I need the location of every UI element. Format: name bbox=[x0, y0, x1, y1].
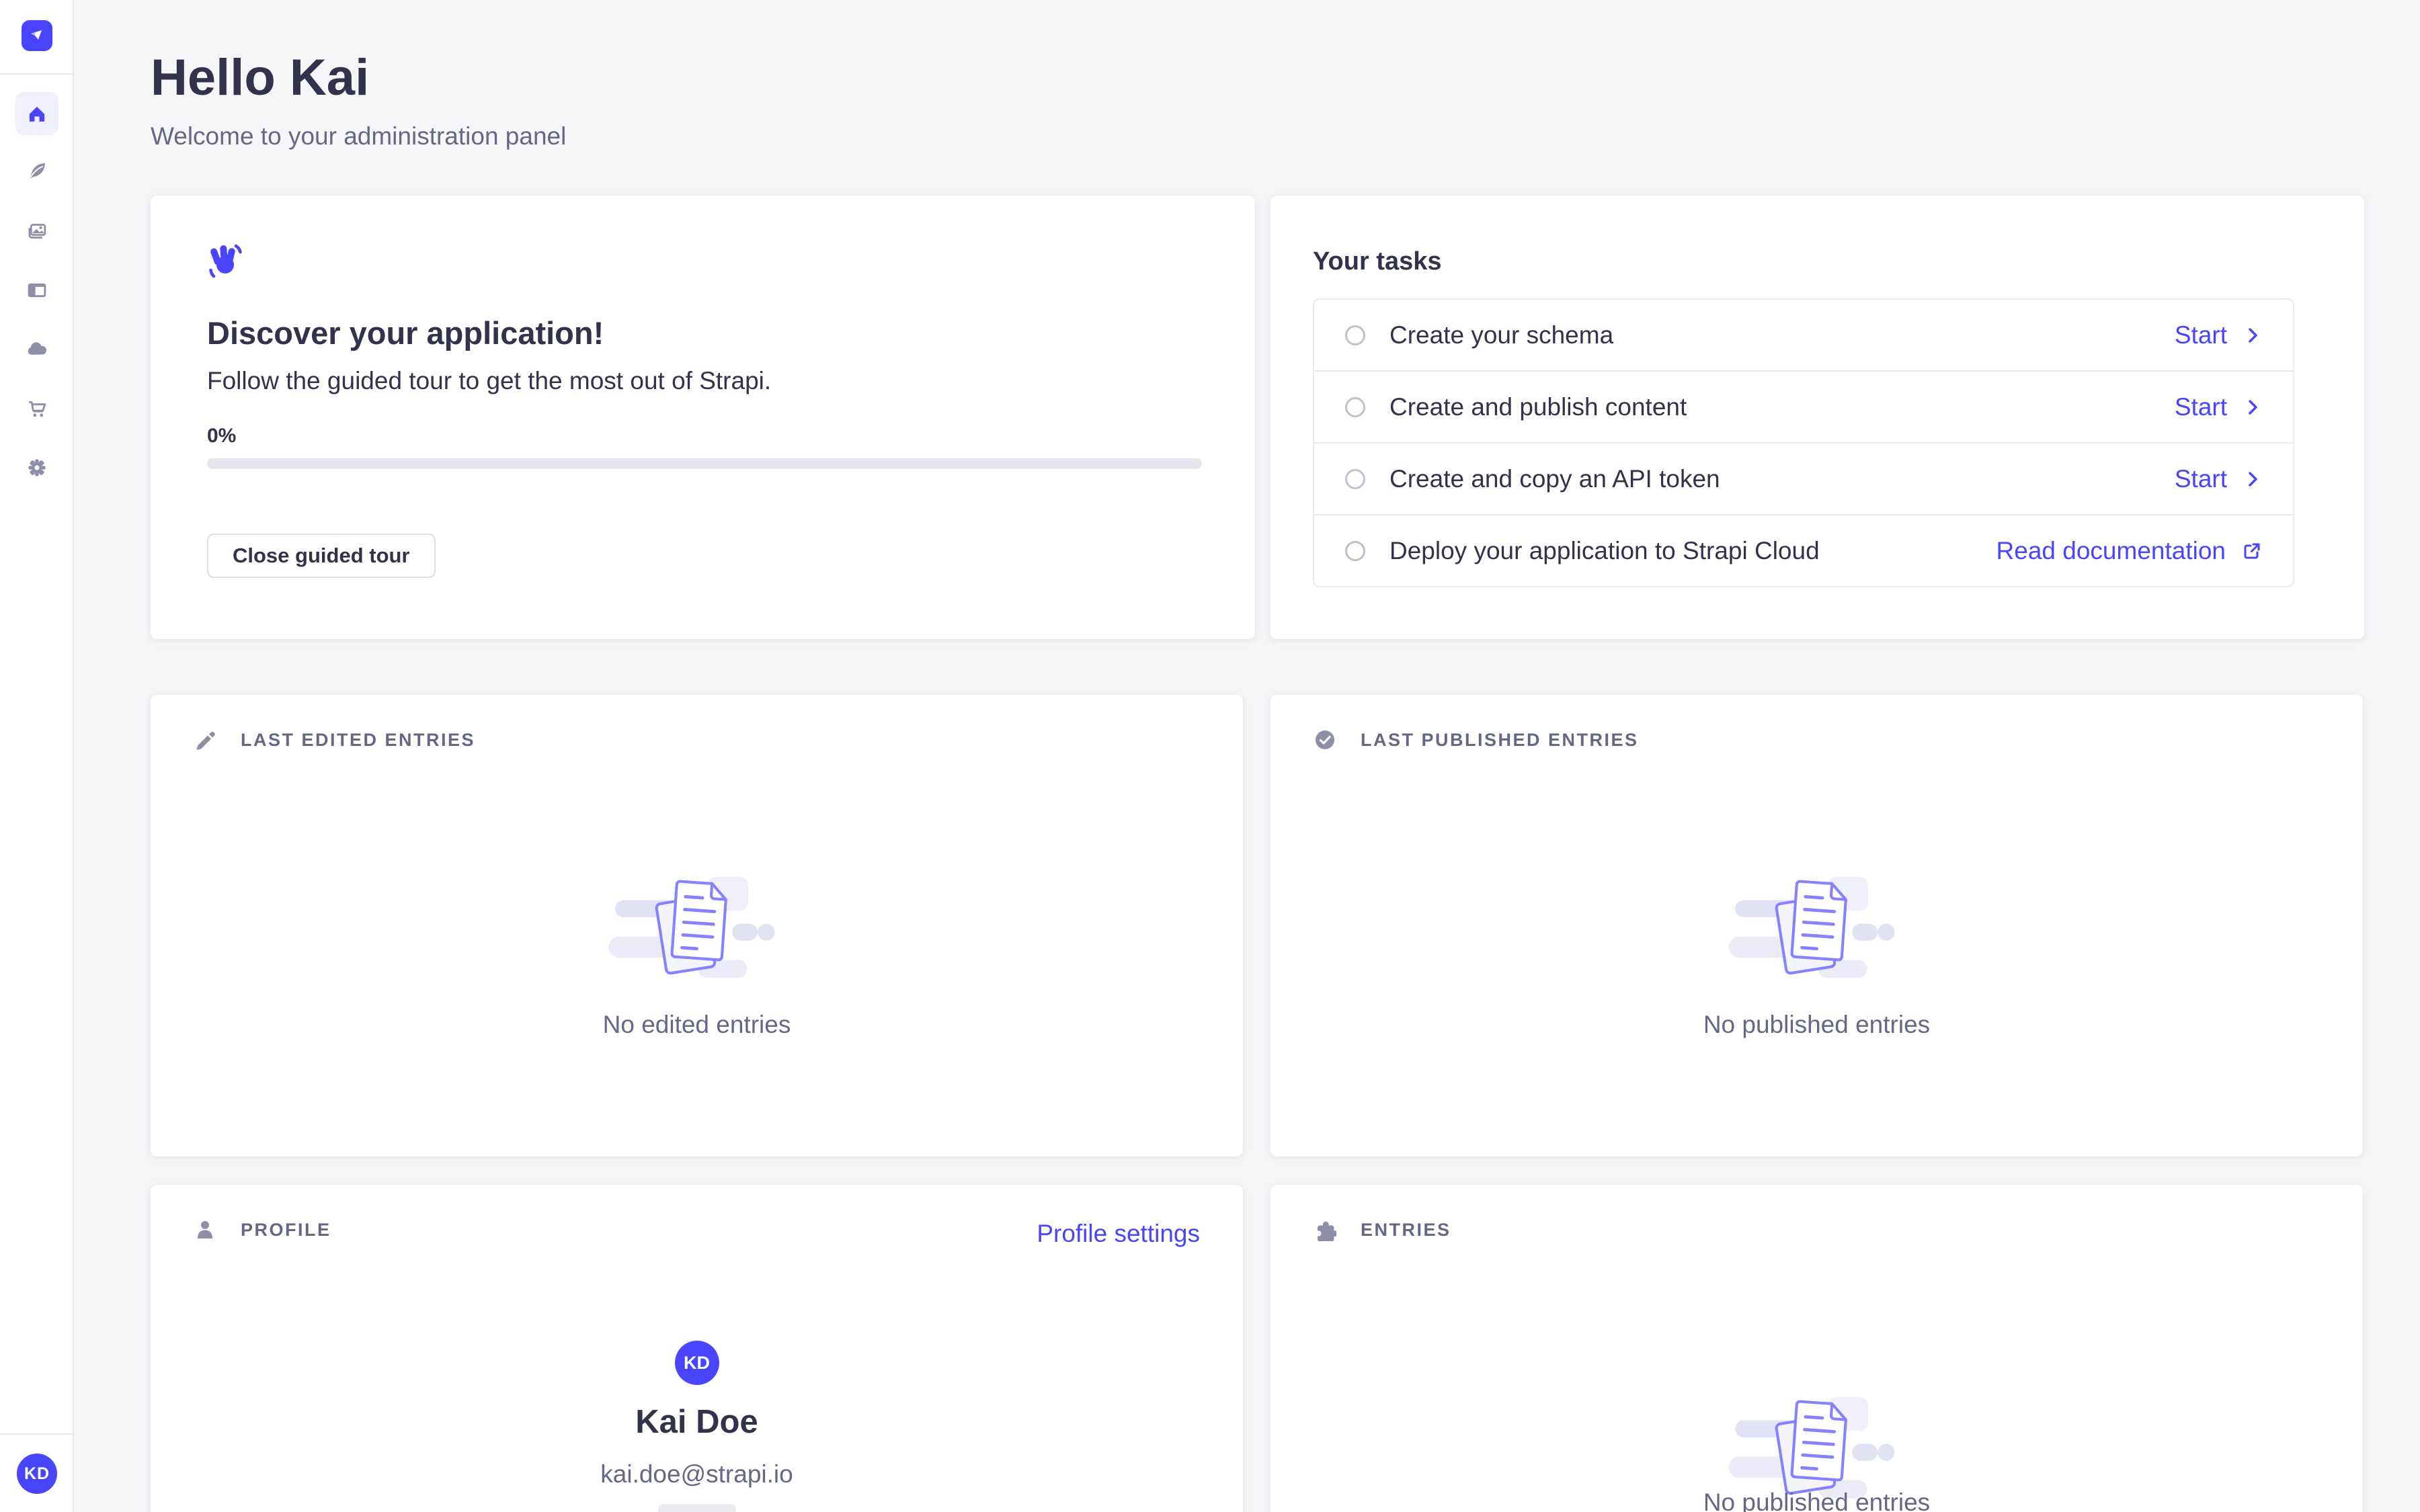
profile-avatar: KD bbox=[675, 1341, 719, 1385]
widget-title: LAST EDITED ENTRIES bbox=[241, 730, 475, 751]
page-subtitle: Welcome to your administration panel bbox=[151, 122, 566, 151]
progress-percentage: 0% bbox=[207, 425, 236, 448]
sidebar-item-media-library[interactable] bbox=[15, 210, 58, 253]
external-link-icon bbox=[2242, 541, 2262, 561]
your-tasks-title: Your tasks bbox=[1313, 247, 1441, 276]
profile-role-badge bbox=[658, 1504, 736, 1512]
widget-title: PROFILE bbox=[241, 1220, 331, 1241]
sidebar-logo-section bbox=[0, 0, 73, 75]
task-action-label: Start bbox=[2175, 465, 2227, 493]
empty-state-text: No published entries bbox=[1270, 1488, 2363, 1512]
task-status-circle-icon bbox=[1345, 469, 1365, 489]
empty-documents-illustration bbox=[606, 866, 788, 997]
tasks-list: Create your schema Start Create and publ… bbox=[1313, 298, 2294, 587]
discover-title: Discover your application! bbox=[207, 314, 604, 351]
check-circle-icon bbox=[1314, 728, 1336, 751]
home-icon bbox=[24, 101, 50, 126]
last-edited-entries-card: LAST EDITED ENTRIES bbox=[151, 695, 1243, 1157]
task-start-link[interactable]: Start bbox=[2175, 393, 2262, 421]
profile-email: kai.doe@strapi.io bbox=[151, 1460, 1243, 1488]
chevron-right-icon bbox=[2243, 398, 2262, 417]
discover-description: Follow the guided tour to get the most o… bbox=[207, 367, 771, 395]
widget-header: ENTRIES bbox=[1314, 1218, 1451, 1241]
task-action-label: Start bbox=[2175, 321, 2227, 349]
sidebar-item-marketplace[interactable] bbox=[15, 387, 58, 430]
empty-state-text: No edited entries bbox=[151, 1011, 1243, 1039]
task-action-label: Read documentation bbox=[1997, 537, 2226, 565]
sidebar-item-deploy[interactable] bbox=[15, 328, 58, 371]
task-row-create-api-token[interactable]: Create and copy an API token Start bbox=[1314, 444, 2293, 515]
read-documentation-link[interactable]: Read documentation bbox=[1997, 537, 2262, 565]
widget-title: LAST PUBLISHED ENTRIES bbox=[1361, 730, 1639, 751]
sidebar-item-settings[interactable] bbox=[15, 446, 58, 489]
task-row-create-publish-content[interactable]: Create and publish content Start bbox=[1314, 372, 2293, 444]
feather-icon bbox=[24, 158, 50, 183]
cart-icon bbox=[24, 396, 50, 421]
widget-title: ENTRIES bbox=[1361, 1220, 1451, 1241]
task-row-create-schema[interactable]: Create your schema Start bbox=[1314, 300, 2293, 372]
last-published-entries-card: LAST PUBLISHED ENTRIES bbox=[1270, 695, 2363, 1157]
entries-card: ENTRIES N bbox=[1270, 1185, 2363, 1512]
images-icon bbox=[24, 218, 50, 244]
sidebar-item-content-type-builder[interactable] bbox=[15, 269, 58, 312]
strapi-logo-icon[interactable] bbox=[22, 20, 52, 51]
waving-hand-icon bbox=[204, 241, 247, 287]
guided-tour-progress-bar bbox=[207, 458, 1202, 469]
sidebar-item-home[interactable] bbox=[15, 92, 58, 135]
task-status-circle-icon bbox=[1345, 325, 1365, 345]
task-action-label: Start bbox=[2175, 393, 2227, 421]
chevron-right-icon bbox=[2243, 470, 2262, 489]
page-title: Hello Kai bbox=[151, 48, 369, 107]
pencil-icon bbox=[194, 728, 216, 751]
user-avatar[interactable]: KD bbox=[17, 1454, 57, 1494]
task-label: Create your schema bbox=[1389, 321, 1613, 349]
close-guided-tour-button[interactable]: Close guided tour bbox=[207, 534, 436, 578]
task-label: Create and copy an API token bbox=[1389, 465, 1720, 493]
task-start-link[interactable]: Start bbox=[2175, 465, 2262, 493]
layout-icon bbox=[24, 278, 50, 303]
task-status-circle-icon bbox=[1345, 541, 1365, 561]
profile-card: PROFILE Profile settings KD Kai Doe kai.… bbox=[151, 1185, 1243, 1512]
puzzle-piece-icon bbox=[1314, 1218, 1336, 1241]
person-icon bbox=[194, 1218, 216, 1241]
task-status-circle-icon bbox=[1345, 397, 1365, 417]
sidebar-item-content-manager[interactable] bbox=[15, 149, 58, 192]
chevron-right-icon bbox=[2243, 326, 2262, 345]
sidebar: KD bbox=[0, 0, 74, 1512]
task-label: Deploy your application to Strapi Cloud bbox=[1389, 537, 1820, 565]
widget-header: LAST EDITED ENTRIES bbox=[194, 728, 475, 751]
widget-header: LAST PUBLISHED ENTRIES bbox=[1314, 728, 1639, 751]
cloud-icon bbox=[24, 337, 50, 362]
task-start-link[interactable]: Start bbox=[2175, 321, 2262, 349]
task-row-deploy-strapi-cloud[interactable]: Deploy your application to Strapi Cloud … bbox=[1314, 515, 2293, 586]
empty-state-text: No published entries bbox=[1270, 1011, 2363, 1039]
empty-documents-illustration bbox=[1726, 866, 1908, 997]
profile-settings-link[interactable]: Profile settings bbox=[1037, 1220, 1200, 1248]
widget-header: PROFILE bbox=[194, 1218, 331, 1241]
gear-icon bbox=[24, 455, 50, 480]
task-label: Create and publish content bbox=[1389, 393, 1687, 421]
profile-name: Kai Doe bbox=[151, 1403, 1243, 1441]
sidebar-user-section: KD bbox=[0, 1433, 73, 1512]
